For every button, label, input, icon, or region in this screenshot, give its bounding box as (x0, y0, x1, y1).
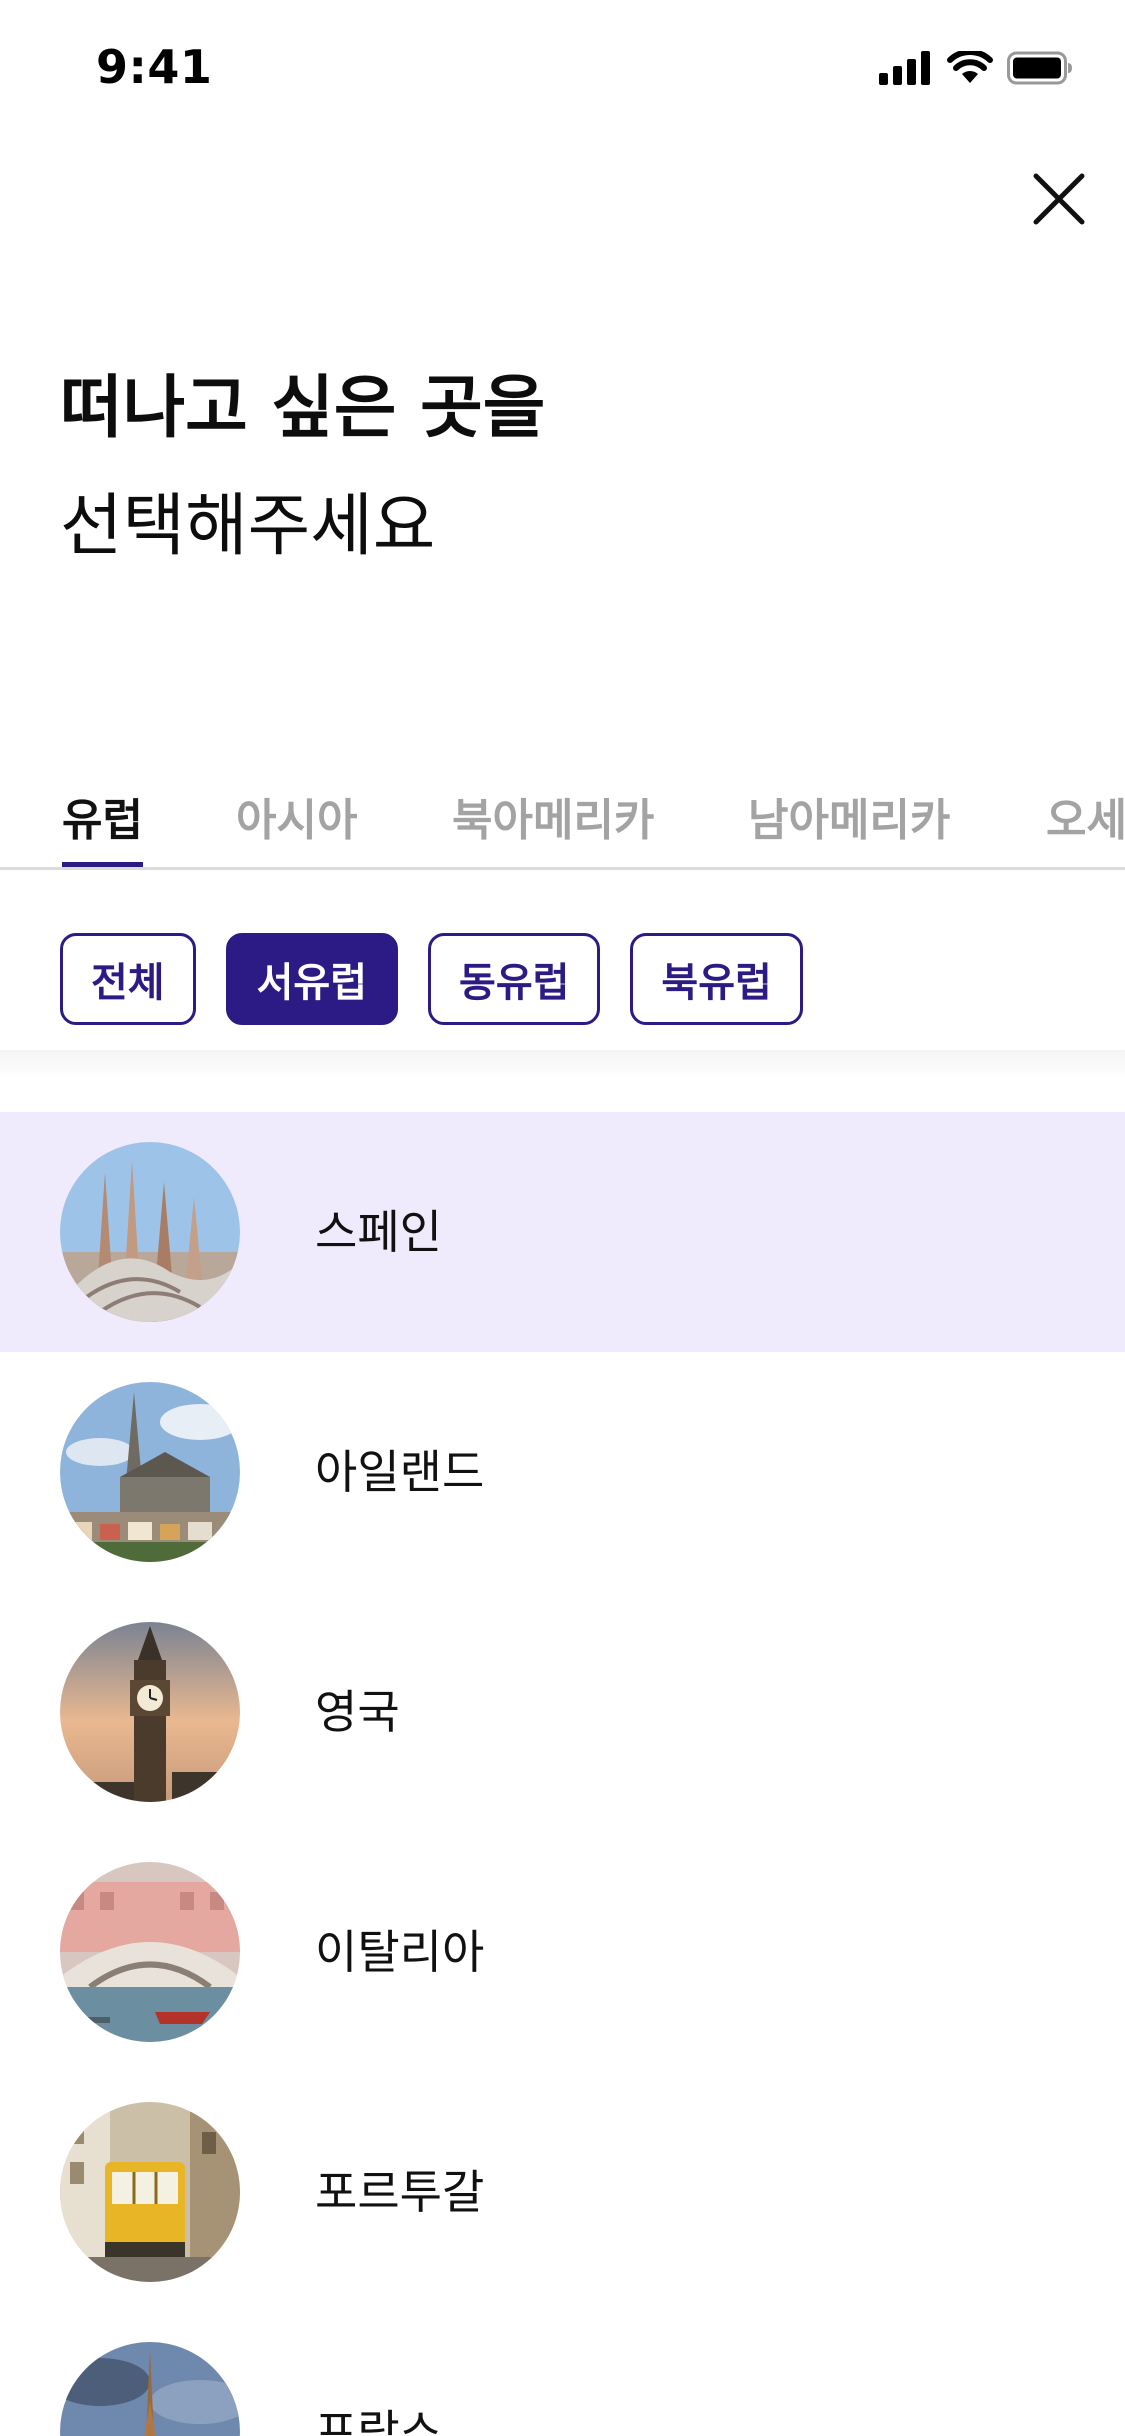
eiffel-tower-photo (60, 2342, 240, 2436)
battery-icon (1007, 51, 1073, 85)
country-list: 스페인 아일랜드 영국 이탈리아 포르투갈 프랑스 (0, 1112, 1125, 2436)
tab-north-america[interactable]: 북아메리카 (452, 784, 654, 867)
chip-northern-europe[interactable]: 북유럽 (630, 933, 803, 1025)
tab-asia[interactable]: 아시아 (236, 784, 357, 867)
rialto-bridge-photo (60, 1862, 240, 2042)
close-button[interactable] (1028, 168, 1090, 230)
country-row-uk[interactable]: 영국 (0, 1592, 1125, 1832)
country-row-france[interactable]: 프랑스 (0, 2312, 1125, 2436)
country-name: 포르투갈 (315, 2165, 485, 2219)
region-tabs: 유럽 아시아 북아메리카 남아메리카 오세 (0, 770, 1125, 870)
cellular-signal-icon (879, 51, 933, 85)
page-title: 떠나고 싶은 곳을 선택해주세요 (60, 350, 1060, 586)
country-name: 스페인 (315, 1205, 442, 1259)
sub-region-filters: 전체 서유럽 동유럽 북유럽 (60, 933, 803, 1025)
title-line-1: 떠나고 싶은 곳을 (60, 369, 546, 448)
status-icons (879, 48, 1073, 88)
chip-western-europe[interactable]: 서유럽 (225, 933, 399, 1025)
chip-all[interactable]: 전체 (60, 933, 196, 1025)
big-ben-photo (60, 1622, 240, 1802)
status-time: 9:41 (96, 40, 213, 94)
country-name: 프랑스 (315, 2405, 442, 2436)
sagrada-familia-photo (60, 1142, 240, 1322)
tab-europe[interactable]: 유럽 (62, 784, 143, 867)
cobh-cathedral-photo (60, 1382, 240, 1562)
country-name: 영국 (315, 1685, 400, 1739)
lisbon-tram-photo (60, 2102, 240, 2282)
status-bar: 9:41 (0, 0, 1125, 132)
close-icon (1033, 173, 1085, 225)
title-line-2: 선택해주세요 (60, 487, 436, 566)
country-name: 이탈리아 (315, 1925, 485, 1979)
country-row-portugal[interactable]: 포르투갈 (0, 2072, 1125, 2312)
country-row-ireland[interactable]: 아일랜드 (0, 1352, 1125, 1592)
country-row-italy[interactable]: 이탈리아 (0, 1832, 1125, 2072)
country-row-spain[interactable]: 스페인 (0, 1112, 1125, 1352)
wifi-icon (947, 51, 993, 85)
country-name: 아일랜드 (315, 1445, 485, 1499)
tab-south-america[interactable]: 남아메리카 (748, 784, 950, 867)
chip-eastern-europe[interactable]: 동유럽 (428, 933, 601, 1025)
filter-divider-shadow (0, 1050, 1125, 1080)
tab-oceania[interactable]: 오세 (1046, 784, 1125, 867)
